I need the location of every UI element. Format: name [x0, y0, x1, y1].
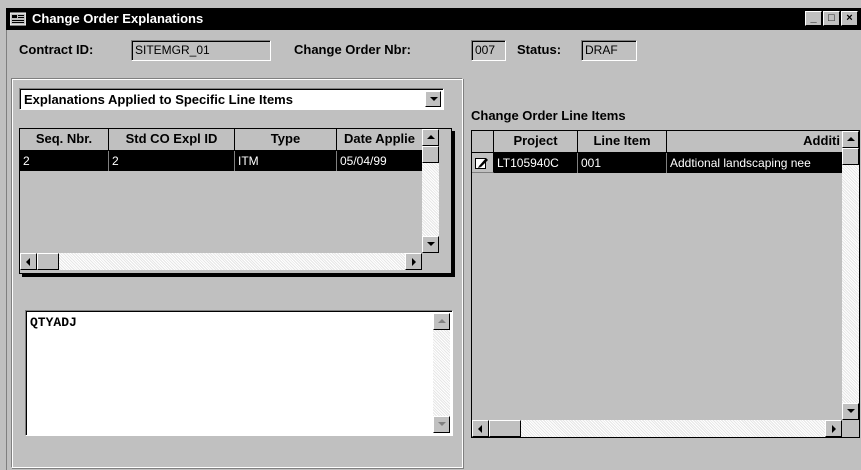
- row-indicator[interactable]: [472, 153, 494, 173]
- chevron-down-icon: [430, 97, 438, 101]
- explanations-vscrollbar[interactable]: [422, 129, 439, 253]
- arrow-left-icon: [26, 258, 30, 266]
- memo-scroll-down-button[interactable]: [433, 416, 450, 433]
- line-items-grid: Project Line Item Additi LT105940C 001 A…: [471, 130, 860, 438]
- minimize-button[interactable]: _: [805, 11, 822, 26]
- scroll-corner: [422, 253, 439, 270]
- column-header-date-applied[interactable]: Date Applie: [337, 129, 423, 151]
- cell-seq-nbr: 2: [20, 151, 109, 171]
- change-order-field[interactable]: 007: [471, 40, 506, 61]
- arrow-left-icon: [478, 425, 482, 433]
- title-bar[interactable]: Change Order Explanations _ □ ×: [6, 8, 861, 30]
- scroll-up-button[interactable]: [842, 131, 859, 148]
- contract-id-field[interactable]: SITEMGR_01: [131, 40, 271, 61]
- table-row[interactable]: LT105940C 001 Addtional landscaping nee: [494, 153, 843, 173]
- scroll-down-button[interactable]: [842, 403, 859, 420]
- line-items-title: Change Order Line Items: [471, 108, 626, 123]
- change-order-label: Change Order Nbr:: [294, 42, 412, 57]
- cell-project: LT105940C: [494, 153, 578, 173]
- memo-scroll-up-button[interactable]: [433, 313, 450, 330]
- line-items-hscrollbar[interactable]: [472, 420, 842, 437]
- scroll-thumb[interactable]: [842, 148, 859, 165]
- cell-date-applied: 05/04/99: [340, 154, 387, 168]
- maximize-button[interactable]: □: [823, 11, 840, 26]
- explanation-text-area[interactable]: QTYADJ: [25, 310, 453, 436]
- table-row[interactable]: 2 2 ITM 05/04/99: [20, 151, 422, 171]
- column-header-seq[interactable]: Seq. Nbr.: [20, 129, 109, 151]
- column-header-type[interactable]: Type: [235, 129, 337, 151]
- hscroll-thumb[interactable]: [489, 420, 521, 437]
- column-header-line-item[interactable]: Line Item: [578, 131, 667, 153]
- scroll-corner: [842, 420, 859, 437]
- explanations-hscrollbar[interactable]: [20, 253, 422, 270]
- arrow-up-icon: [847, 137, 855, 141]
- cell-line-item: 001: [578, 153, 667, 173]
- window: Change Order Explanations _ □ × Contract…: [0, 0, 861, 470]
- dropdown-arrow-button[interactable]: [425, 91, 441, 107]
- contract-id-label: Contract ID:: [19, 42, 94, 57]
- explanation-type-dropdown[interactable]: Explanations Applied to Specific Line It…: [19, 88, 444, 110]
- status-field[interactable]: DRAF: [581, 40, 637, 61]
- scroll-left-button[interactable]: [20, 253, 37, 270]
- arrow-up-icon: [427, 135, 435, 139]
- memo-vscrollbar[interactable]: [433, 313, 450, 433]
- cell-type: ITM: [235, 151, 337, 171]
- pencil-icon: [475, 158, 488, 169]
- arrow-down-icon: [427, 242, 435, 246]
- scroll-right-button[interactable]: [825, 420, 842, 437]
- line-items-vscrollbar[interactable]: [842, 131, 859, 420]
- arrow-down-icon: [438, 422, 446, 426]
- explanations-grid: Seq. Nbr. Std CO Expl ID Type Date Appli…: [19, 128, 452, 274]
- arrow-right-icon: [832, 425, 836, 433]
- status-label: Status:: [517, 42, 562, 57]
- column-header-additional[interactable]: Additi: [667, 131, 843, 153]
- cell-std-co-expl-id: 2: [109, 151, 235, 171]
- close-button[interactable]: ×: [841, 11, 858, 26]
- scroll-right-button[interactable]: [405, 253, 422, 270]
- row-indicator-header: [472, 131, 494, 153]
- scroll-left-button[interactable]: [472, 420, 489, 437]
- line-items-header: Project Line Item Additi: [472, 131, 843, 153]
- column-header-project[interactable]: Project: [494, 131, 578, 153]
- cell-additional: Addtional landscaping nee: [670, 156, 811, 170]
- scroll-up-button[interactable]: [422, 129, 439, 146]
- column-header-std-co-expl-id[interactable]: Std CO Expl ID: [109, 129, 235, 151]
- app-window-icon: [10, 12, 26, 26]
- arrow-down-icon: [847, 409, 855, 413]
- arrow-up-icon: [438, 319, 446, 323]
- window-body: Contract ID: SITEMGR_01 Change Order Nbr…: [6, 30, 861, 470]
- arrow-right-icon: [412, 258, 416, 266]
- dropdown-value: Explanations Applied to Specific Line It…: [24, 92, 293, 107]
- scroll-thumb[interactable]: [422, 146, 439, 163]
- explanation-text: QTYADJ: [30, 315, 77, 330]
- hscroll-thumb[interactable]: [37, 253, 59, 270]
- window-title: Change Order Explanations: [32, 11, 204, 26]
- scroll-down-button[interactable]: [422, 236, 439, 253]
- grid-header: Seq. Nbr. Std CO Expl ID Type Date Appli…: [20, 129, 423, 151]
